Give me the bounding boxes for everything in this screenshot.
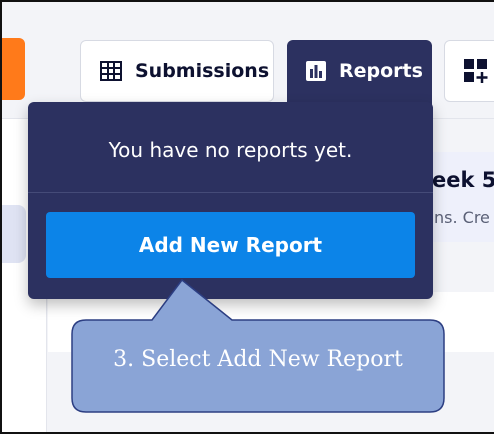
callout-instruction: 3. Select Add New Report <box>113 347 403 372</box>
app-frame: Submissions Reports eek 5 ns. Cre You ha… <box>0 0 494 434</box>
